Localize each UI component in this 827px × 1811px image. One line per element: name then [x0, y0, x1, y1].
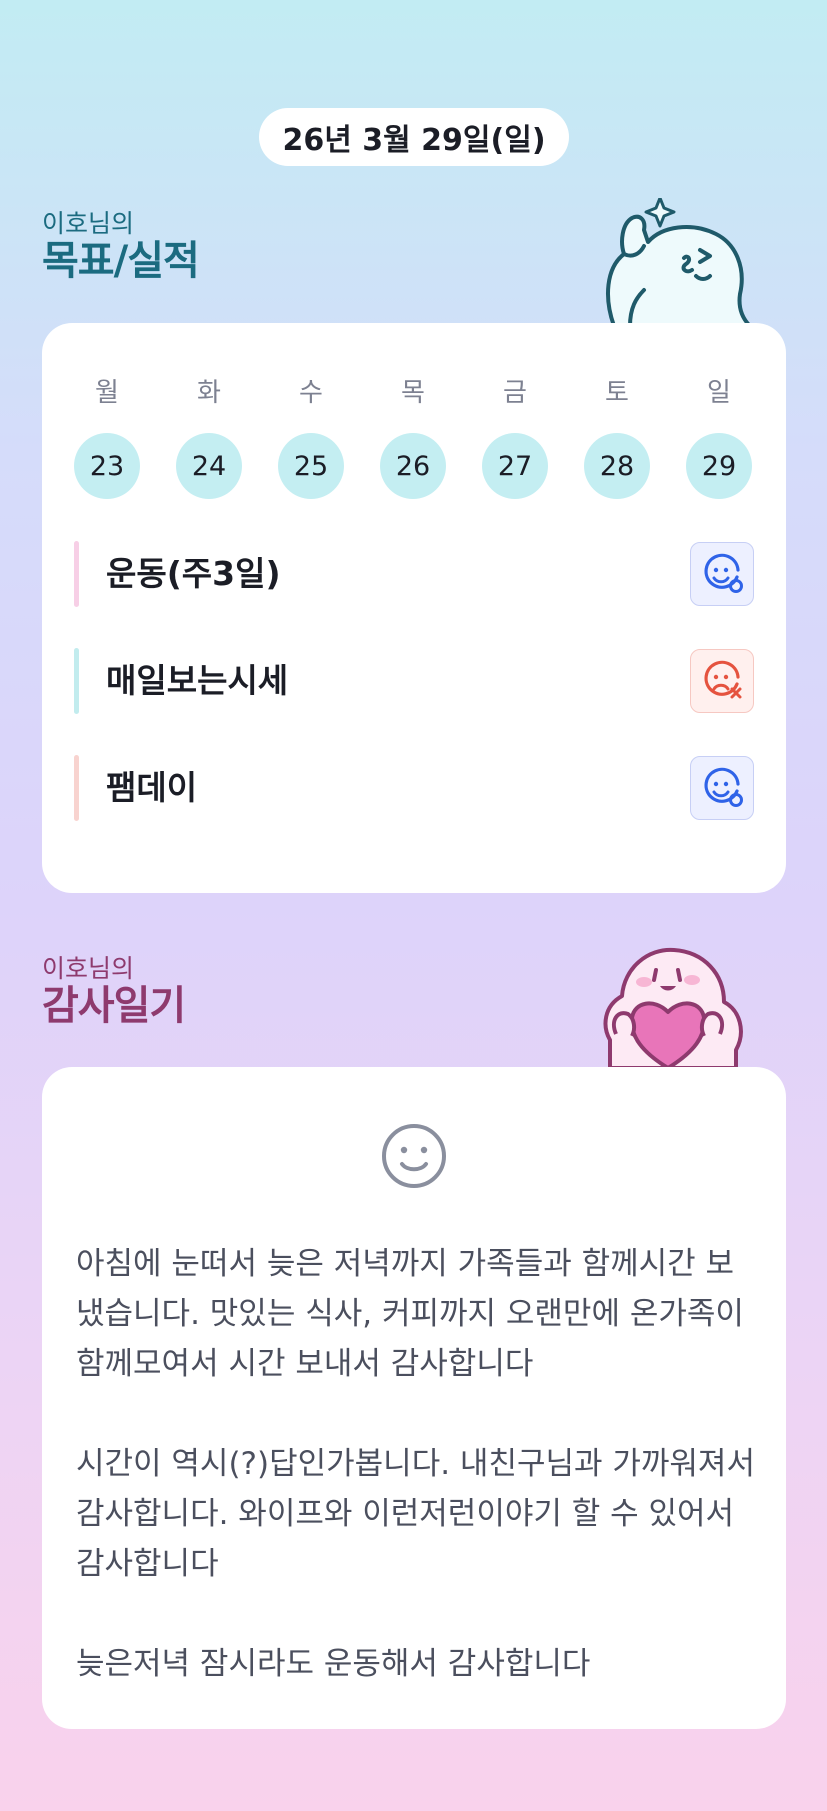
goal-label: 팸데이	[106, 768, 198, 807]
goal-color-bar	[74, 755, 79, 821]
day-sat[interactable]: 토 28	[584, 375, 650, 499]
goals-section-title: 이호님의 목표/실적	[42, 209, 200, 285]
day-sun[interactable]: 일 29	[686, 375, 752, 499]
smiley-face-icon	[382, 1124, 446, 1188]
goals-subtitle: 이호님의	[42, 209, 135, 238]
goal-status-achieved-button[interactable]	[690, 756, 754, 820]
goals-card: 월 23 화 24 수 25 목 26 금 27 토 28 일 29 운동(주3…	[42, 323, 786, 893]
day-date[interactable]: 25	[278, 433, 344, 499]
gratitude-title: 감사일기	[42, 983, 186, 1029]
diary-paragraph: 시간이 역시(?)답인가봅니다. 내친구님과 가까워져서 감사합니다. 와이프와…	[76, 1446, 755, 1582]
day-name: 목	[401, 378, 425, 408]
goal-status-achieved-button[interactable]	[690, 542, 754, 606]
pink-mascot-illustration	[603, 947, 743, 1068]
day-name: 월	[95, 378, 119, 408]
goal-status-missed-button[interactable]	[690, 649, 754, 713]
goal-color-bar	[74, 648, 79, 714]
day-name: 토	[605, 378, 629, 408]
day-mon[interactable]: 월 23	[74, 375, 140, 499]
diary-paragraph: 아침에 눈떠서 늦은 저녁까지 가족들과 함께시간 보냈습니다. 맛있는 식사,…	[76, 1246, 744, 1382]
gratitude-diary-text: 아침에 눈떠서 늦은 저녁까지 가족들과 함께시간 보냈습니다. 맛있는 식사,…	[76, 1239, 756, 1689]
goal-row-exercise[interactable]: 운동(주3일)	[74, 541, 754, 607]
goal-label: 매일보는시세	[106, 661, 289, 700]
day-name: 일	[707, 378, 731, 408]
smile-check-icon	[704, 553, 743, 593]
gratitude-card: 아침에 눈떠서 늦은 저녁까지 가족들과 함께시간 보냈습니다. 맛있는 식사,…	[42, 1067, 786, 1729]
goal-label: 운동(주3일)	[106, 554, 281, 593]
day-date[interactable]: 28	[584, 433, 650, 499]
day-wed[interactable]: 수 25	[278, 375, 344, 499]
goal-color-bar	[74, 541, 79, 607]
day-tue[interactable]: 화 24	[176, 375, 242, 499]
gratitude-section-title: 이호님의 감사일기	[42, 954, 186, 1030]
blue-mascot-illustration	[606, 198, 752, 326]
day-name: 수	[299, 378, 323, 408]
week-calendar: 월 23 화 24 수 25 목 26 금 27 토 28 일 29	[74, 375, 754, 499]
goals-title: 목표/실적	[42, 238, 200, 284]
day-date[interactable]: 24	[176, 433, 242, 499]
smile-check-icon	[704, 767, 743, 807]
day-thu[interactable]: 목 26	[380, 375, 446, 499]
frown-x-icon	[704, 660, 742, 699]
goal-row-market[interactable]: 매일보는시세	[74, 648, 754, 714]
diary-paragraph: 늦은저녁 잠시라도 운동해서 감사합니다	[76, 1646, 591, 1682]
date-label[interactable]: 26년 3월 29일(일)	[259, 108, 569, 166]
gratitude-subtitle: 이호님의	[42, 954, 135, 983]
goal-row-family-day[interactable]: 팸데이	[74, 755, 754, 821]
day-fri[interactable]: 금 27	[482, 375, 548, 499]
day-date[interactable]: 27	[482, 433, 548, 499]
day-date[interactable]: 29	[686, 433, 752, 499]
day-date[interactable]: 23	[74, 433, 140, 499]
day-name: 금	[503, 378, 527, 408]
day-date[interactable]: 26	[380, 433, 446, 499]
day-name: 화	[197, 378, 221, 408]
